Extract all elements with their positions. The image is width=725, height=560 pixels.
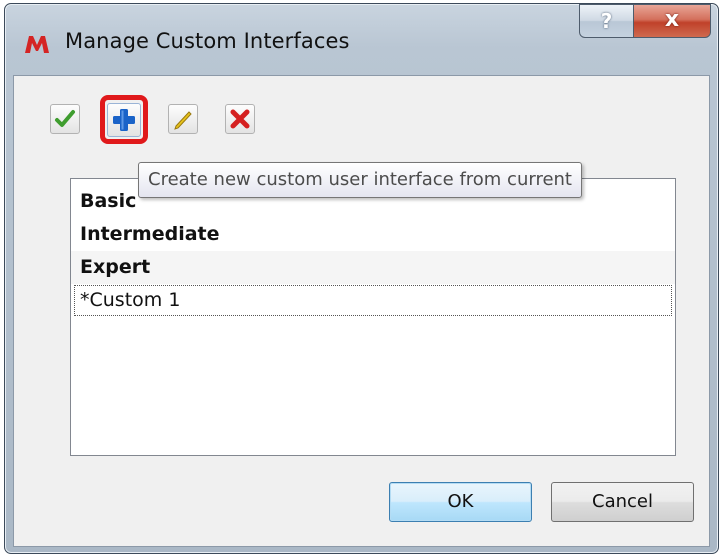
- close-icon: x: [664, 7, 680, 32]
- list-item-expert[interactable]: Expert: [71, 251, 675, 284]
- list-item-intermediate[interactable]: Intermediate: [71, 218, 675, 251]
- pencil-icon: [174, 111, 192, 130]
- list-item-custom-1[interactable]: *Custom 1: [74, 285, 672, 316]
- close-button[interactable]: x: [633, 4, 711, 38]
- app-logo-icon: [25, 36, 49, 53]
- cancel-button[interactable]: Cancel: [551, 482, 694, 522]
- help-button[interactable]: ?: [579, 4, 634, 38]
- manage-custom-interfaces-dialog: Manage Custom Interfaces ? x Basic Inter…: [4, 3, 719, 554]
- new-button-highlight: [100, 95, 148, 144]
- interfaces-list[interactable]: Basic Intermediate Expert *Custom 1: [70, 178, 676, 456]
- ok-button[interactable]: OK: [389, 482, 532, 522]
- window-title: Manage Custom Interfaces: [65, 29, 350, 53]
- delete-interface-button[interactable]: [225, 104, 255, 134]
- dialog-content: Basic Intermediate Expert *Custom 1 Crea…: [13, 75, 710, 547]
- rename-interface-button[interactable]: [168, 104, 198, 134]
- help-label: ?: [600, 9, 613, 33]
- checkmark-icon: [55, 110, 75, 127]
- apply-interface-button[interactable]: [50, 104, 80, 134]
- title-bar[interactable]: Manage Custom Interfaces ? x: [5, 4, 718, 76]
- new-button-tooltip: Create new custom user interface from cu…: [138, 162, 582, 198]
- delete-x-icon: [230, 109, 250, 129]
